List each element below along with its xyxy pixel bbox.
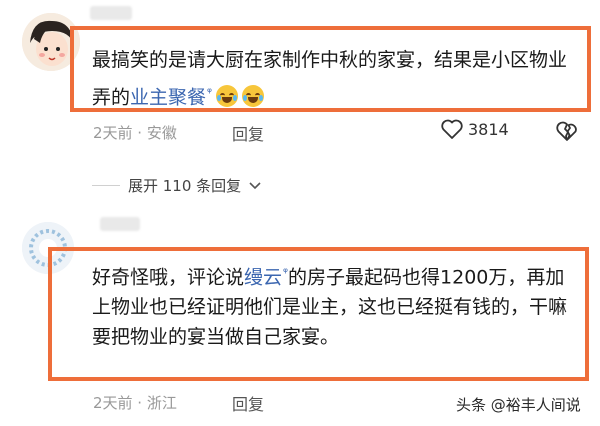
username-blurred[interactable] bbox=[100, 217, 140, 231]
reply-button[interactable]: 回复 bbox=[232, 121, 264, 145]
topic-link[interactable]: 业主聚餐 bbox=[130, 86, 206, 108]
comment-meta: 2天前 · 浙江 bbox=[93, 394, 177, 412]
reply-button[interactable]: 回复 bbox=[232, 391, 264, 415]
expand-replies-button[interactable]: 展开 110 条回复 bbox=[92, 175, 261, 196]
comment-meta: 2天前 · 安徽 bbox=[93, 124, 177, 142]
comment-thread: 最搞笑的是请大厨在家制作中秋的家宴，结果是小区物业弄的业主聚餐ᵠ 2天前 · 安… bbox=[0, 0, 600, 426]
like-count: 3814 bbox=[468, 119, 509, 139]
search-superscript-icon[interactable]: ᵠ bbox=[207, 85, 212, 99]
comment-body: 好奇怪哦，评论说缦云ᵠ的房子最起码也得1200万，再加上物业也已经证明他们是业主… bbox=[92, 265, 568, 349]
topic-link[interactable]: 缦云 bbox=[244, 266, 282, 288]
comment-body: 最搞笑的是请大厨在家制作中秋的家宴，结果是小区物业弄的业主聚餐ᵠ bbox=[92, 49, 568, 109]
username-blurred[interactable] bbox=[90, 6, 132, 20]
divider bbox=[92, 185, 120, 186]
expand-replies-label: 展开 110 条回复 bbox=[128, 177, 242, 195]
laugh-cry-emoji-icon bbox=[216, 85, 239, 108]
chevron-down-icon bbox=[249, 181, 261, 189]
laugh-cry-emoji-icon bbox=[242, 85, 265, 108]
heart-outline-icon bbox=[441, 119, 463, 139]
watermark: 头条 @裕丰人间说 bbox=[456, 396, 581, 414]
broken-heart-icon[interactable] bbox=[555, 120, 579, 142]
like-button[interactable]: 3814 bbox=[440, 118, 509, 140]
